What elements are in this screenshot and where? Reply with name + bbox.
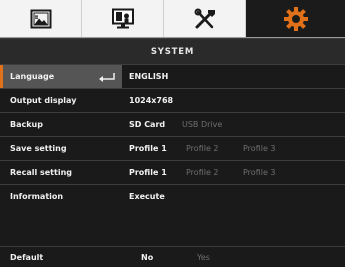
setting-label: Default xyxy=(10,253,44,262)
enter-icon xyxy=(99,73,115,82)
menu-header: SYSTEM xyxy=(0,38,345,64)
setting-label: Language xyxy=(10,72,55,81)
setting-row-save-setting[interactable]: Save setting Profile 1 Profile 2 Profile… xyxy=(0,136,345,160)
option-english[interactable]: ENGLISH xyxy=(129,65,168,89)
setting-row-backup[interactable]: Backup SD Card USB Drive xyxy=(0,112,345,136)
option-profile-3[interactable]: Profile 3 xyxy=(243,137,276,161)
option-sd-card[interactable]: SD Card xyxy=(129,113,165,137)
image-icon xyxy=(30,9,51,28)
setting-row-output-display[interactable]: Output display 1024x768 xyxy=(0,88,345,112)
option-profile-2[interactable]: Profile 2 xyxy=(186,137,219,161)
setting-label: Information xyxy=(10,192,64,201)
system-menu-screen: SYSTEM Language ENGLISH Output display 1… xyxy=(0,0,345,267)
monitor-icon xyxy=(111,8,134,28)
system-tab[interactable] xyxy=(246,0,345,37)
tools-tab[interactable] xyxy=(164,0,246,37)
setting-row-information[interactable]: Information Execute xyxy=(0,184,345,208)
option-1024x768[interactable]: 1024x768 xyxy=(129,89,173,113)
option-usb-drive[interactable]: USB Drive xyxy=(182,113,222,137)
gear-icon xyxy=(283,6,308,31)
picture-tab[interactable] xyxy=(0,0,82,37)
menu-tab-bar xyxy=(0,0,345,38)
option-profile-1[interactable]: Profile 1 xyxy=(129,161,167,185)
setting-label: Backup xyxy=(10,120,43,129)
setting-label: Recall setting xyxy=(10,168,72,177)
selection-accent xyxy=(0,65,3,88)
display-tab[interactable] xyxy=(82,0,164,37)
row-spacer xyxy=(0,208,345,246)
option-profile-2[interactable]: Profile 2 xyxy=(186,161,219,185)
option-no[interactable]: No xyxy=(141,247,153,267)
option-profile-1[interactable]: Profile 1 xyxy=(129,137,167,161)
option-profile-3[interactable]: Profile 3 xyxy=(243,161,276,185)
tools-icon xyxy=(194,8,215,28)
setting-label: Output display xyxy=(10,96,77,105)
setting-row-default[interactable]: Default No Yes xyxy=(0,246,345,267)
option-yes[interactable]: Yes xyxy=(197,247,210,267)
option-execute[interactable]: Execute xyxy=(129,185,165,209)
setting-row-recall-setting[interactable]: Recall setting Profile 1 Profile 2 Profi… xyxy=(0,160,345,184)
setting-label: Save setting xyxy=(10,144,67,153)
page-title: SYSTEM xyxy=(150,46,195,57)
setting-row-language[interactable]: Language ENGLISH xyxy=(0,64,345,88)
